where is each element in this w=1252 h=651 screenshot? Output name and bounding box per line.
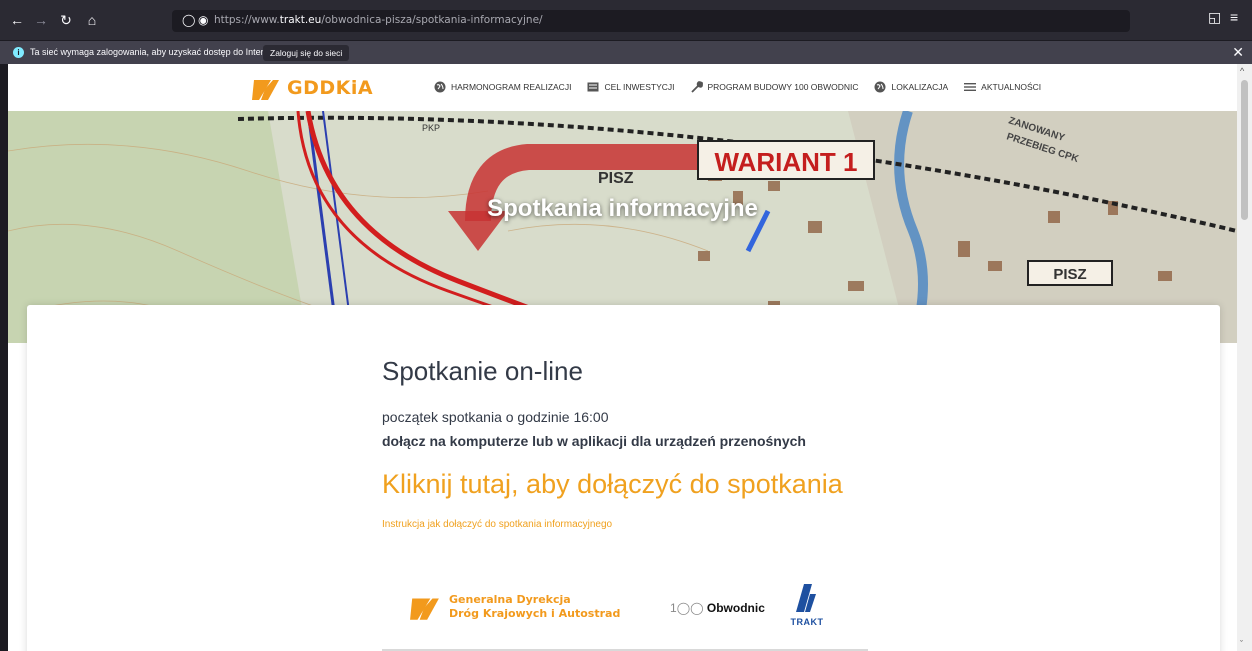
site-logo[interactable]: GDDKiA <box>251 76 373 100</box>
content-card: Spotkanie on-line początek spotkania o g… <box>27 305 1220 651</box>
trakt-label: TRAKT <box>790 617 824 627</box>
menu-label: PROGRAM BUDOWY 100 OBWODNIC <box>707 82 859 92</box>
close-icon[interactable]: ✕ <box>1232 44 1244 61</box>
obwodnic-rings-icon: ◯◯ <box>676 601 707 615</box>
join-meeting-link[interactable]: Kliknij tutaj, aby dołączyć do spotkania <box>382 469 843 500</box>
page-viewport: GDDKiA HARMONOGRAM REALIZACJI CEL INWEST… <box>8 64 1237 651</box>
gddkia-partner-logo: Generalna Dyrekcja Dróg Krajowych i Auto… <box>409 592 620 622</box>
menu-item-program[interactable]: PROGRAM BUDOWY 100 OBWODNIC <box>690 81 859 93</box>
gddkia-logo-icon <box>410 598 439 620</box>
menu-label: HARMONOGRAM REALIZACJI <box>451 82 572 92</box>
scrollbar-thumb[interactable] <box>1241 80 1248 220</box>
site-header: GDDKiA HARMONOGRAM REALIZACJI CEL INWEST… <box>8 64 1237 111</box>
obwodnic-partner-logo: 1◯◯ Obwodnic <box>670 601 765 615</box>
url-text[interactable]: https://www.trakt.eu/obwodnica-pisza/spo… <box>214 14 543 26</box>
meeting-join-info: dołącz na komputerze lub w aplikacji dla… <box>382 433 806 449</box>
shield-icon[interactable]: ◯ <box>182 13 195 27</box>
scroll-down-icon[interactable]: ˇ <box>1240 639 1243 649</box>
menu-item-cel[interactable]: CEL INWESTYCJI <box>587 81 675 93</box>
menu-label: CEL INWESTYCJI <box>604 82 675 92</box>
scroll-up-icon[interactable]: ^ <box>1240 66 1244 76</box>
globe-icon <box>434 81 446 93</box>
obwodnic-prefix: 1 <box>670 601 677 615</box>
back-icon[interactable]: ← <box>6 9 28 31</box>
notification-message: Ta sieć wymaga zalogowania, aby uzyskać … <box>30 47 284 57</box>
map-label-variant: WARIANT 1 <box>715 147 858 177</box>
map-label-pisz-box: PISZ <box>1053 266 1086 283</box>
menu-item-lokalizacja[interactable]: LOKALIZACJA <box>874 81 948 93</box>
menu-label: LOKALIZACJA <box>891 82 949 92</box>
instructions-link[interactable]: Instrukcja jak dołączyć do spotkania inf… <box>382 519 612 530</box>
lock-icon[interactable]: ◉ <box>198 13 208 27</box>
url-bar[interactable]: ◯ ◉ https://www.trakt.eu/obwodnica-pisza… <box>172 10 1130 32</box>
captive-portal-notification: i Ta sieć wymaga zalogowania, aby uzyska… <box>0 40 1252 64</box>
app-menu-icon[interactable]: ≡ <box>1230 9 1238 25</box>
hero-title: Spotkania informacyjne <box>487 195 758 222</box>
menu-item-aktualnosci[interactable]: AKTUALNOŚCI <box>964 81 1041 93</box>
gddkia-line2: Dróg Krajowych i Autostrad <box>449 607 621 620</box>
trakt-logo-icon <box>796 584 816 612</box>
pocket-icon[interactable]: ◱ <box>1208 9 1221 26</box>
map-label-pkp: PKP <box>422 123 440 133</box>
menu-icon <box>964 83 977 91</box>
reload-icon[interactable]: ↻ <box>55 9 77 31</box>
browser-toolbar: ← → ↻ ⌂ ◯ ◉ https://www.trakt.eu/obwodni… <box>0 0 1252 40</box>
forward-icon[interactable]: → <box>30 9 52 31</box>
page-scrollbar[interactable]: ^ ˇ <box>1237 64 1252 651</box>
globe-icon <box>874 81 886 93</box>
wrench-icon <box>690 81 703 93</box>
menu-label: AKTUALNOŚCI <box>981 82 1042 92</box>
home-icon[interactable]: ⌂ <box>81 9 103 31</box>
obwodnic-label: Obwodnic <box>706 601 765 615</box>
info-icon: i <box>13 47 24 58</box>
trakt-partner-logo: TRAKT <box>787 584 827 627</box>
gddkia-line1: Generalna Dyrekcja <box>449 593 571 606</box>
menu-item-harmonogram[interactable]: HARMONOGRAM REALIZACJI <box>434 81 571 93</box>
map-label-pisz: PISZ <box>598 170 634 187</box>
logo-text: GDDKiA <box>287 77 374 99</box>
list-icon <box>587 82 599 92</box>
meeting-heading: Spotkanie on-line <box>382 356 583 386</box>
meeting-start-time: początek spotkania o godzinie 16:00 <box>382 409 609 425</box>
gddkia-logo-icon <box>252 80 279 100</box>
main-menu: HARMONOGRAM REALIZACJI CEL INWESTYCJI PR… <box>434 81 1041 93</box>
login-network-button[interactable]: Zaloguj się do sieci <box>263 45 350 61</box>
